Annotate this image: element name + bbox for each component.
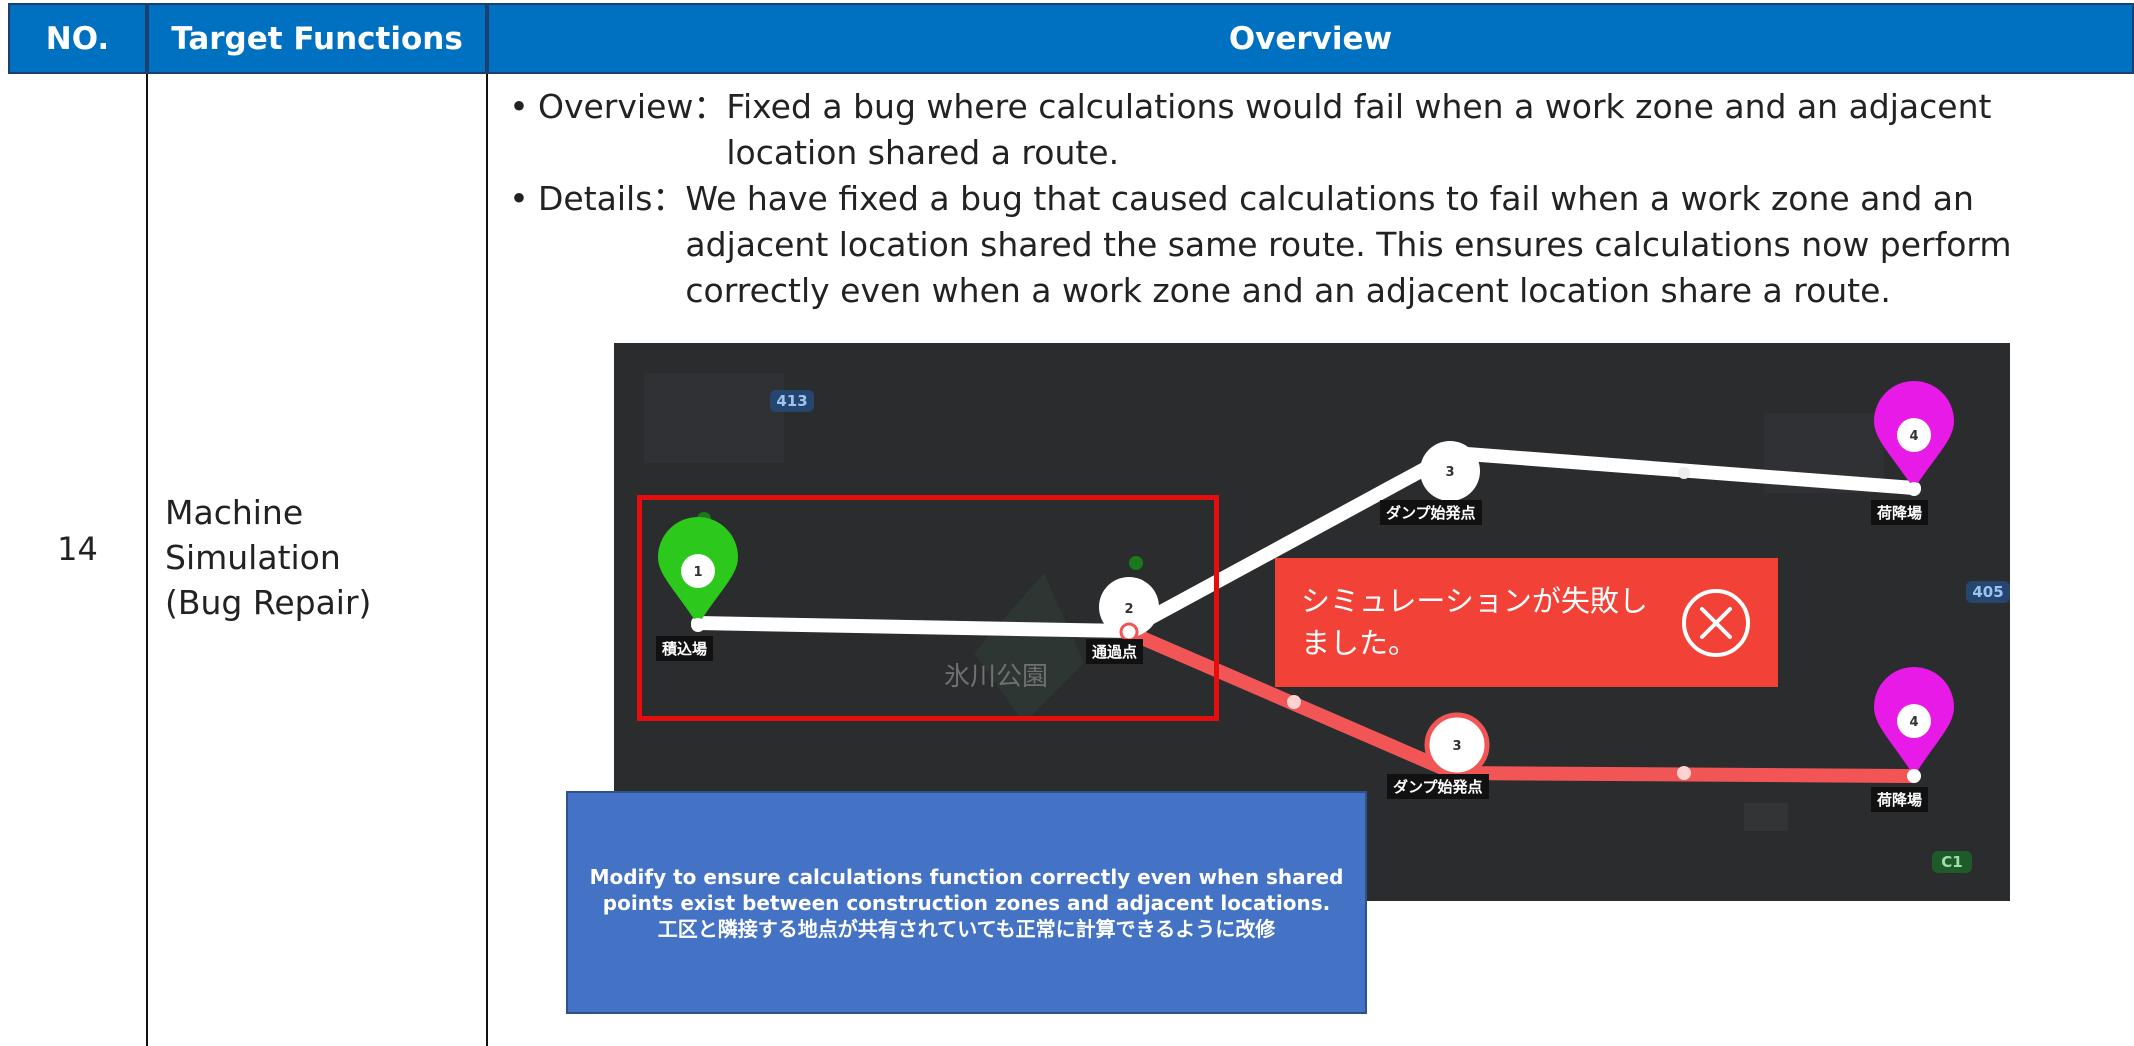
- pin-dump-start-bottom: 3: [1424, 712, 1490, 778]
- route-node: [1677, 766, 1691, 780]
- road-badge-text: 405: [1972, 583, 2003, 601]
- close-circle-icon[interactable]: [1680, 587, 1752, 659]
- fix-callout: Modify to ensure calculations function c…: [566, 791, 1367, 1014]
- bullet-key: Details：: [538, 179, 686, 218]
- target-function-cell: Machine Simulation (Bug Repair): [165, 490, 475, 625]
- label-unload-top: 荷降場: [1871, 500, 1929, 525]
- overview-bullets: • Overview： Fixed a bug where calculatio…: [500, 84, 2120, 314]
- route-node: [1678, 467, 1690, 479]
- error-message: シミュレーションが失敗しました。: [1301, 584, 1648, 660]
- pin-dump-start-top: 3: [1420, 441, 1480, 501]
- row-number: 14: [57, 530, 98, 568]
- target-function-line: Machine: [165, 493, 304, 532]
- pin-unload-top: 4: [1874, 381, 1954, 496]
- label-dump-start-top: ダンプ始発点: [1380, 500, 1482, 525]
- bullet-text: We have fixed a bug that caused calculat…: [685, 179, 2012, 310]
- road-badge-text: C1: [1941, 853, 1962, 871]
- target-function-line: (Bug Repair): [165, 583, 372, 622]
- road-badge-413: 413: [770, 390, 814, 412]
- bullet-text: Fixed a bug where calculations would fai…: [726, 87, 1992, 172]
- highlight-box: [637, 495, 1219, 721]
- pin-number: 4: [1909, 715, 1918, 730]
- route-node: [1287, 695, 1301, 709]
- label-dump-start-bottom: ダンプ始発点: [1387, 774, 1489, 799]
- pin-number: 3: [1445, 465, 1454, 480]
- simulation-error-toast: シミュレーションが失敗しました。: [1275, 558, 1778, 687]
- header-no: NO.: [8, 3, 147, 74]
- column-divider: [486, 74, 488, 1046]
- bullet-key: Overview：: [538, 87, 727, 126]
- header-target-functions: Target Functions: [147, 3, 487, 74]
- road-badge-text: 413: [776, 392, 807, 410]
- label-unload-bottom: 荷降場: [1871, 787, 1929, 812]
- pin-number: 3: [1452, 739, 1461, 754]
- pin-unload-bottom: 4: [1874, 667, 1954, 783]
- target-function-line: Simulation: [165, 538, 341, 577]
- header-overview: Overview: [487, 3, 2134, 74]
- bullet-dot: •: [509, 179, 529, 218]
- road-badge-405: 405: [1966, 581, 2010, 603]
- pin-number: 4: [1909, 429, 1918, 444]
- bullet-dot: •: [509, 87, 529, 126]
- road-badge-c1: C1: [1932, 851, 1972, 873]
- overview-bullet: • Overview： Fixed a bug where calculatio…: [500, 84, 2120, 176]
- callout-japanese: 工区と隣接する地点が共有されていても正常に計算できるように改修: [657, 916, 1276, 941]
- callout-english: Modify to ensure calculations function c…: [589, 864, 1344, 915]
- details-bullet: • Details： We have fixed a bug that caus…: [500, 176, 2120, 314]
